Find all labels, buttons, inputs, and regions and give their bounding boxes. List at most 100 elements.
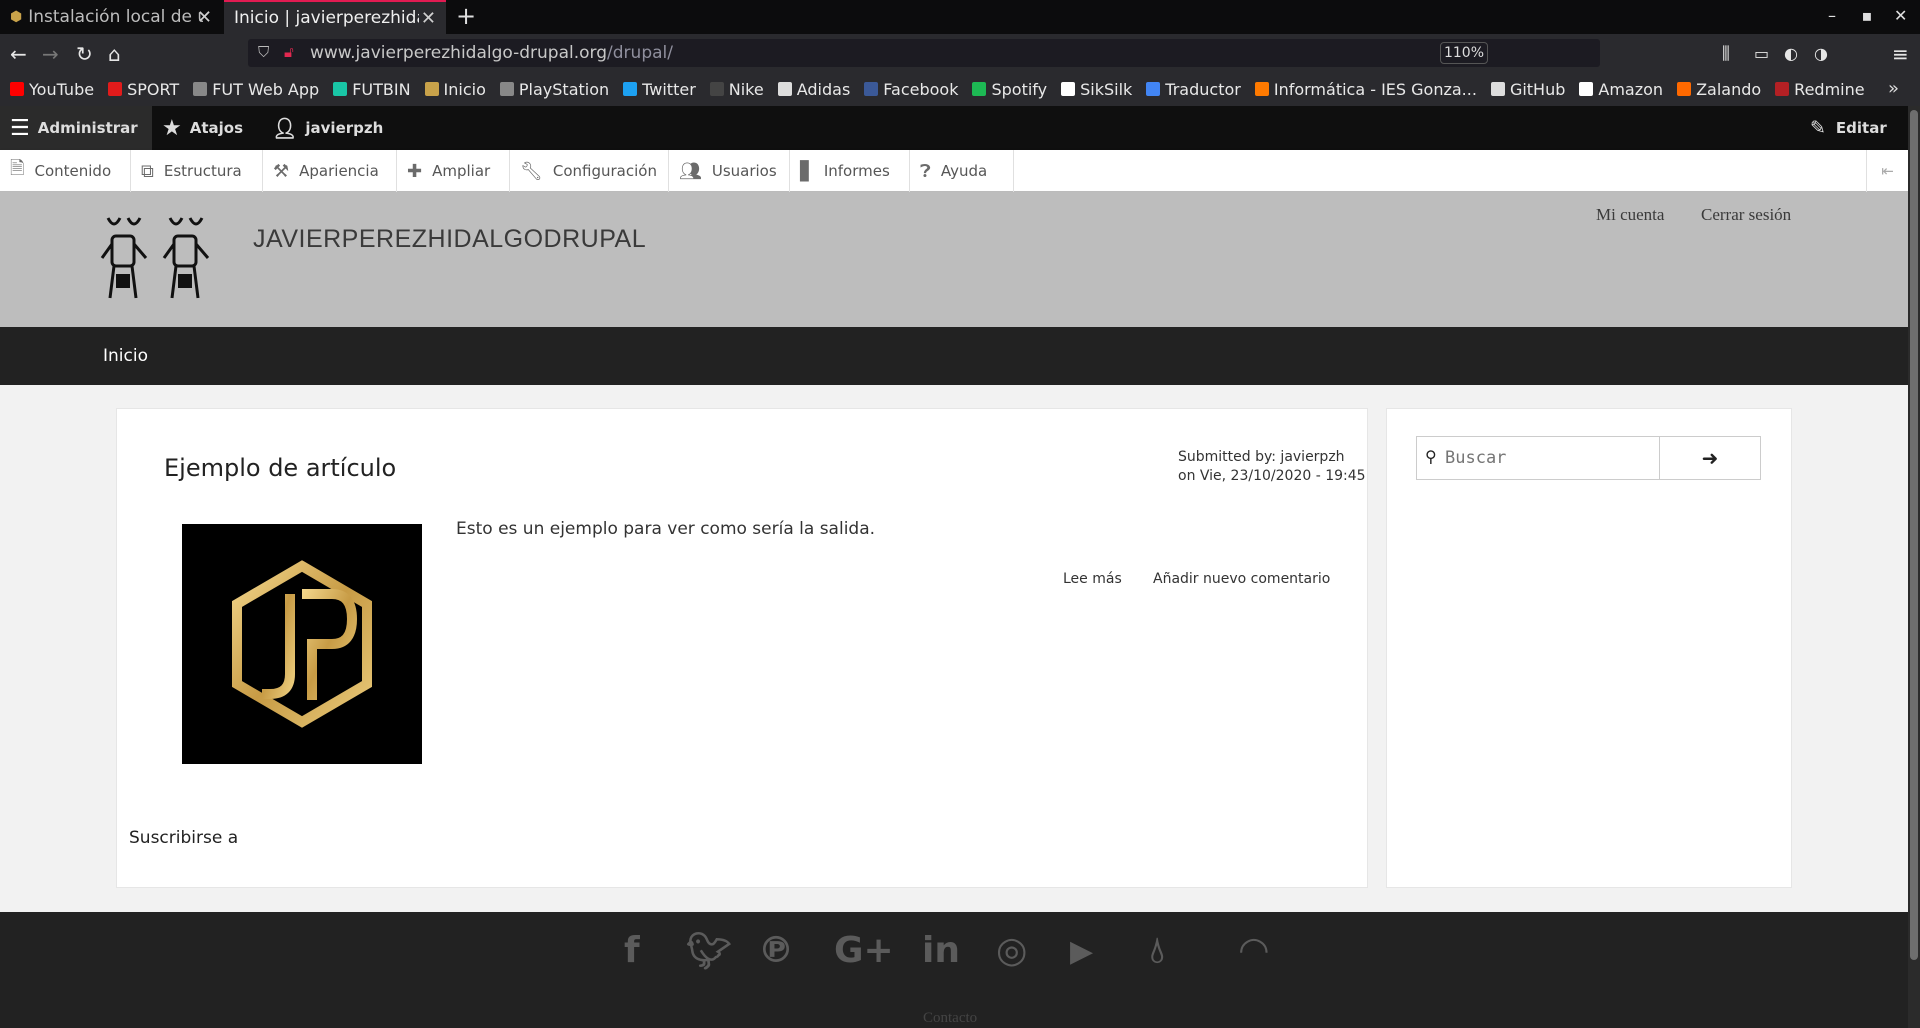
bookmark-label: Facebook — [883, 79, 959, 99]
bookmark-redmine[interactable]: Redmine — [1775, 79, 1865, 99]
bookmark-label: Traductor — [1165, 79, 1241, 99]
bookmark-github[interactable]: GitHub — [1490, 80, 1565, 99]
menu-icon[interactable]: ≡ — [1892, 42, 1909, 66]
add-comment-link[interactable]: Añadir nuevo comentario — [1153, 571, 1330, 587]
logout-link[interactable]: Cerrar sesión — [1701, 205, 1791, 225]
close-icon[interactable]: ✕ — [197, 7, 212, 28]
bookmark-youtube[interactable]: YouTube — [10, 80, 94, 99]
new-tab-button[interactable]: + — [456, 2, 476, 30]
bookmark-zalando[interactable]: Zalando — [1677, 80, 1761, 99]
tray-label: Apariencia — [299, 162, 379, 180]
home-icon[interactable]: ⌂ — [108, 42, 121, 66]
tray-ayuda[interactable]: ❓︎ Ayuda — [910, 150, 1014, 192]
read-more-link[interactable]: Lee más — [1063, 571, 1122, 587]
youtube-icon[interactable]: ▶ — [1070, 934, 1093, 969]
submitted-date: on Vie, 23/10/2020 - 19:45 — [1178, 468, 1366, 484]
tray-ampliar[interactable]: ✚ Ampliar — [397, 150, 510, 192]
bookmark-label: SPORT — [127, 79, 180, 99]
bookmark-inform-tica-ies-gonza[interactable]: Informática - IES Gonza... — [1254, 80, 1477, 99]
close-window-icon[interactable]: ✕ — [1894, 6, 1907, 25]
admin-user-button[interactable]: 👤︎ javierpzh — [272, 106, 383, 150]
bookmark-futbin[interactable]: FUTBIN — [333, 80, 411, 99]
bookmark-facebook[interactable]: Facebook — [864, 80, 958, 99]
google-plus-icon[interactable]: G+ — [834, 930, 894, 971]
forward-icon[interactable]: → — [42, 42, 59, 66]
file-icon: 🗎︎ — [10, 158, 25, 179]
private-icon[interactable]: ◑ — [1814, 44, 1828, 63]
instagram-icon[interactable]: ◎ — [996, 930, 1027, 971]
tab-inicio[interactable]: Inicio | javierperezhidalgo ✕ — [224, 0, 446, 34]
bookmark-siksilk[interactable]: SikSilk — [1061, 80, 1132, 99]
bookmark-nike[interactable]: Nike — [709, 80, 764, 99]
tray-usuarios[interactable]: 👥︎ Usuarios — [669, 150, 790, 192]
tray-informes[interactable]: ▋ Informes — [790, 150, 910, 192]
url-path: /drupal/ — [607, 43, 673, 63]
bookmarks-overflow-icon[interactable]: » — [1888, 78, 1899, 99]
insecure-lock-icon[interactable]: 🔓︎ — [284, 43, 294, 61]
bookmark-traductor[interactable]: Traductor — [1146, 80, 1241, 99]
arrow-right-icon: ➜ — [1701, 446, 1719, 470]
rss-icon[interactable]: ◠ — [1240, 930, 1268, 971]
admin-tray: 🗎︎ Contenido ⧉ Estructura ⚒ Apariencia ✚ Amp… — [0, 150, 1908, 192]
linkedin-icon[interactable]: in — [922, 930, 960, 971]
drupal-icon[interactable]: 💧︎ — [1150, 930, 1164, 972]
admin-manage-button[interactable]: ☰ Administrar — [0, 106, 152, 150]
search-input[interactable] — [1445, 445, 1645, 471]
bookmark-amazon[interactable]: Amazon — [1579, 80, 1663, 99]
bookmark-spotify[interactable]: Spotify — [972, 80, 1047, 99]
moodle-icon — [1254, 82, 1269, 96]
admin-shortcuts-label: Atajos — [189, 119, 244, 137]
tray-estructura[interactable]: ⧉ Estructura — [131, 150, 263, 192]
shield-icon[interactable]: ⛉ — [258, 43, 269, 61]
facebook-icon — [864, 82, 879, 96]
bookmark-adidas[interactable]: Adidas — [777, 80, 850, 99]
wrench-icon: 🔧︎ — [520, 160, 543, 182]
footer-contact-link[interactable]: Contacto — [923, 1010, 977, 1027]
my-account-link[interactable]: Mi cuenta — [1596, 205, 1664, 225]
maximize-icon[interactable]: ◼ — [1862, 9, 1872, 23]
browser-tab-bar: ⬢ Instalación local de un ✕ Inicio | jav… — [0, 0, 1920, 34]
article-image[interactable] — [182, 524, 422, 764]
zoom-level[interactable]: 110% — [1440, 42, 1488, 64]
tray-label: Ampliar — [432, 162, 491, 180]
bookmark-twitter[interactable]: Twitter — [623, 80, 696, 99]
bookmark-sport[interactable]: SPORT — [108, 80, 179, 99]
bookmark-fut-web-app[interactable]: FUT Web App — [193, 80, 319, 99]
tray-apariencia[interactable]: ⚒ Apariencia — [263, 150, 397, 192]
admin-shortcuts-button[interactable]: ★ Atajos — [162, 106, 243, 150]
admin-edit-button[interactable]: ✎ Editar — [1810, 106, 1887, 150]
sidebar-icon[interactable]: ▭ — [1754, 44, 1769, 63]
twitter-icon[interactable]: 🐦︎ — [686, 930, 732, 972]
github-icon — [1490, 82, 1505, 96]
extension-icon[interactable]: ◐ — [1784, 44, 1798, 63]
tray-orientation-icon[interactable]: ⇤ — [1866, 150, 1908, 192]
facebook-icon[interactable]: f — [624, 930, 640, 971]
drupal-icon: ⬢ — [10, 9, 23, 25]
tray-contenido[interactable]: 🗎︎ Contenido — [0, 150, 131, 192]
search-submit-button[interactable]: ➜ — [1659, 436, 1761, 480]
jp-logo — [232, 560, 372, 728]
tray-configuracion[interactable]: 🔧︎ Configuración — [510, 150, 669, 192]
close-icon[interactable]: ✕ — [421, 8, 436, 29]
pinterest-icon[interactable]: ℗ — [758, 930, 794, 971]
menu-item-inicio[interactable]: Inicio — [103, 346, 148, 366]
drupal-icon — [424, 82, 439, 96]
site-name[interactable]: JAVIERPEREZHIDALGODRUPAL — [253, 225, 646, 254]
url-text[interactable]: www.javierperezhidalgo-drupal.org/drupal… — [310, 43, 673, 63]
tab-instalacion[interactable]: ⬢ Instalación local de un ✕ — [0, 0, 222, 34]
bookmark-playstation[interactable]: PlayStation — [499, 80, 609, 99]
library-icon[interactable]: ⫼ — [1722, 44, 1730, 64]
tray-label: Informes — [823, 162, 890, 180]
article-title[interactable]: Ejemplo de artículo — [164, 454, 396, 482]
bookmark-label: Redmine — [1794, 79, 1865, 99]
admin-edit-label: Editar — [1835, 119, 1887, 137]
admin-manage-label: Administrar — [37, 119, 138, 137]
reload-icon[interactable]: ↻ — [76, 42, 93, 66]
bookmark-inicio[interactable]: Inicio — [424, 80, 486, 99]
site-logo[interactable] — [100, 214, 215, 306]
minimize-icon[interactable]: – — [1828, 6, 1836, 25]
tab-title: Instalación local de un — [28, 7, 204, 27]
scroll-thumb[interactable] — [1910, 110, 1918, 960]
nike-icon — [709, 82, 724, 96]
back-icon[interactable]: ← — [10, 42, 27, 66]
